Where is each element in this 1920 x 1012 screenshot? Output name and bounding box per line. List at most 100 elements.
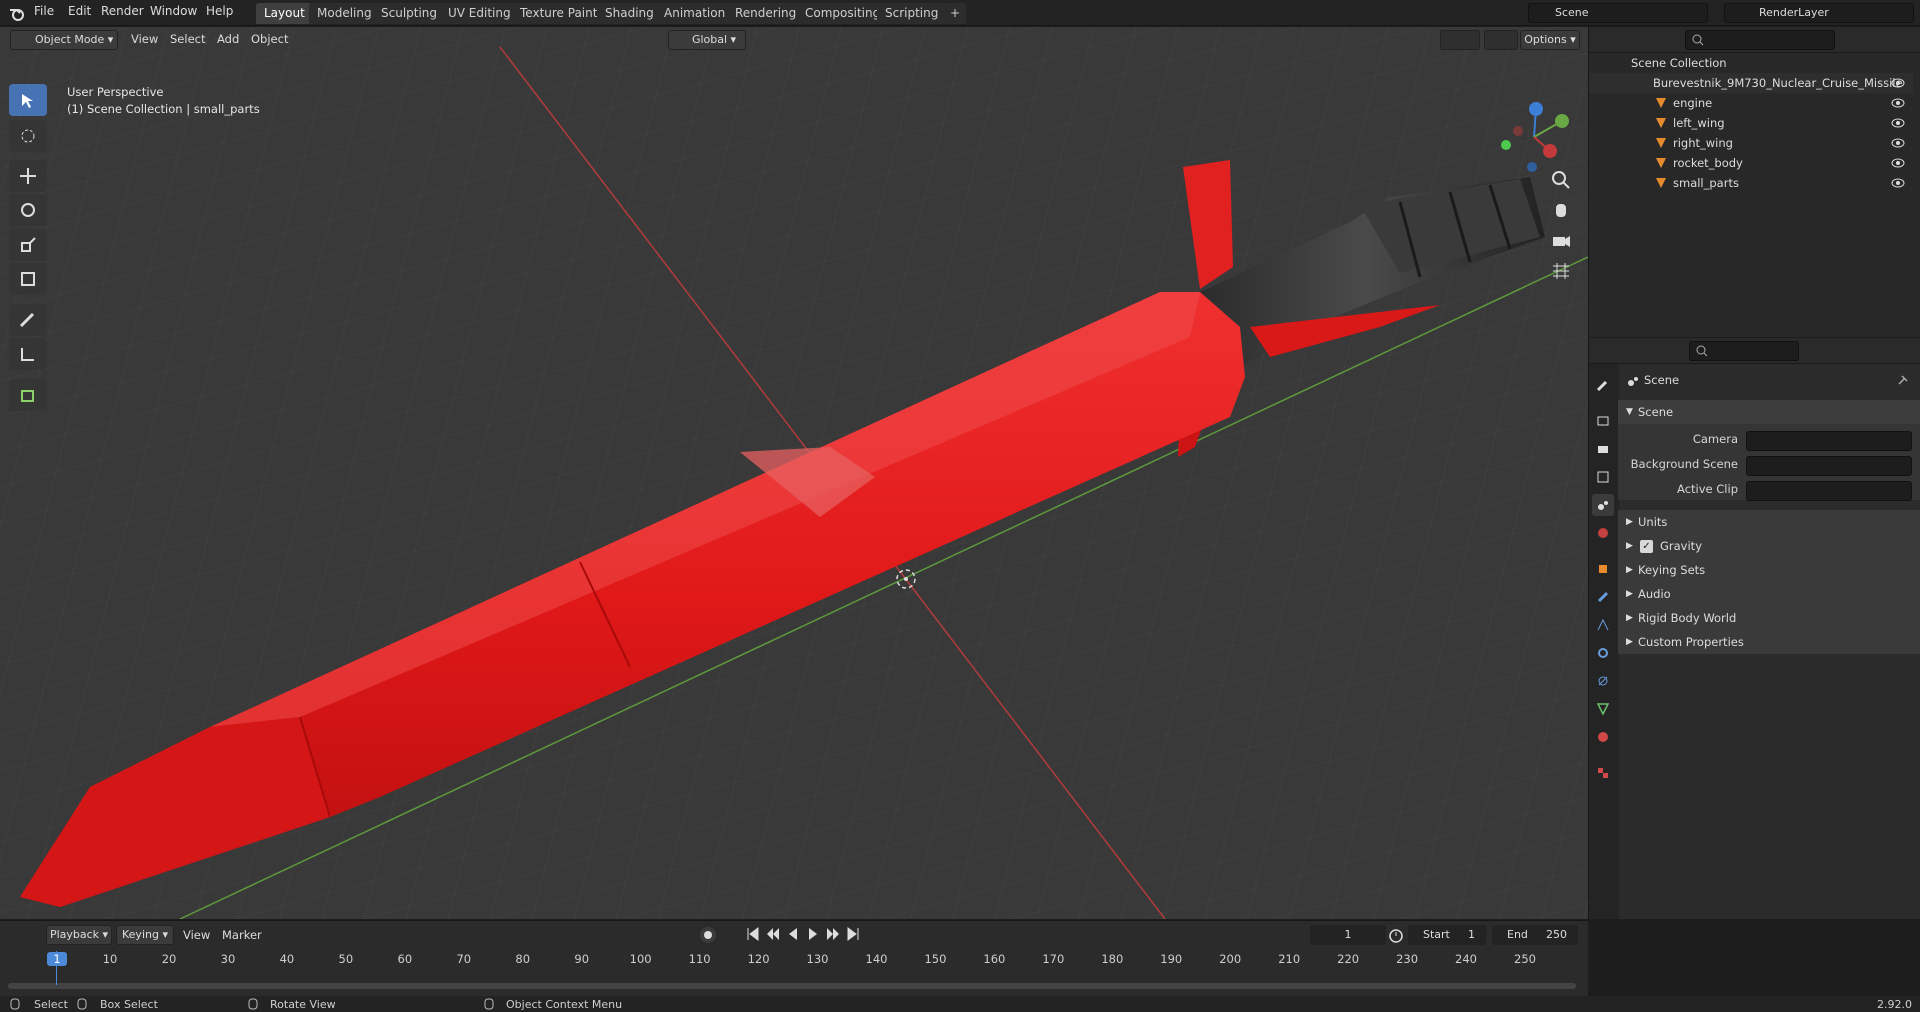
viewport-menu-view[interactable]: View	[131, 32, 158, 46]
jump-end-icon[interactable]	[845, 926, 861, 942]
tab-animation[interactable]: Animation	[656, 3, 734, 24]
render-properties-icon[interactable]	[1592, 410, 1614, 432]
keying-sets-panel[interactable]: ▶ Keying Sets	[1618, 558, 1920, 582]
scene-properties-icon[interactable]	[1592, 494, 1614, 516]
scene-panel-header[interactable]: ▼ Scene	[1618, 400, 1920, 424]
physics-properties-icon[interactable]	[1592, 642, 1614, 664]
modifier-properties-icon[interactable]	[1592, 586, 1614, 608]
viewport-3d[interactable]: Object Mode ▾ View Select Add Object Glo…	[0, 27, 1588, 919]
jump-start-icon[interactable]	[745, 926, 761, 942]
object-properties-icon[interactable]	[1592, 558, 1614, 580]
outliner-object-rocket-body[interactable]: rocket_body	[1589, 153, 1913, 173]
ortho-grid-icon[interactable]	[1550, 260, 1572, 282]
tab-uv-editing[interactable]: UV Editing	[440, 3, 519, 24]
tool-move[interactable]	[9, 160, 47, 192]
pin-icon[interactable]	[1895, 374, 1909, 388]
tool-cursor[interactable]	[9, 120, 47, 152]
custom-properties-panel[interactable]: ▶ Custom Properties	[1618, 630, 1920, 654]
timeline-menu-view[interactable]: View	[183, 928, 210, 942]
end-frame-field[interactable]: End 250	[1492, 925, 1578, 945]
view-layer-properties-icon[interactable]	[1592, 466, 1614, 488]
constraints-properties-icon[interactable]	[1592, 670, 1614, 692]
options-dropdown[interactable]: Options ▾	[1520, 30, 1580, 50]
mode-selector[interactable]: Object Mode ▾	[10, 30, 118, 50]
current-frame-field[interactable]: 1	[1310, 925, 1386, 945]
outliner-object-engine[interactable]: engine	[1589, 93, 1913, 113]
timeline-menu-marker[interactable]: Marker	[222, 928, 262, 942]
tool-measure[interactable]	[9, 338, 47, 370]
prev-keyframe-icon[interactable]	[765, 926, 781, 942]
tool-add-cube[interactable]	[9, 379, 47, 411]
data-properties-icon[interactable]	[1592, 698, 1614, 720]
audio-panel[interactable]: ▶ Audio	[1618, 582, 1920, 606]
properties-search[interactable]	[1689, 341, 1799, 361]
outliner-collection[interactable]: Burevestnik_9M730_Nuclear_Cruise_Missile	[1589, 73, 1913, 93]
tab-texture-paint[interactable]: Texture Paint	[512, 3, 606, 24]
tab-scripting[interactable]: Scripting	[877, 3, 947, 24]
tool-rotate[interactable]	[9, 194, 47, 226]
eye-icon[interactable]	[1891, 157, 1905, 169]
menu-render[interactable]: Render	[101, 4, 144, 18]
outliner-object-small-parts[interactable]: small_parts	[1589, 173, 1913, 193]
tab-layout[interactable]: Layout	[256, 3, 313, 24]
pan-hand-icon[interactable]	[1550, 199, 1572, 221]
world-properties-icon[interactable]	[1592, 522, 1614, 544]
scene-selector[interactable]: Scene	[1528, 3, 1708, 23]
shading-solid-button[interactable]	[1440, 30, 1480, 50]
keying-dropdown[interactable]: Keying ▾	[116, 925, 174, 945]
eye-icon[interactable]	[1891, 117, 1905, 129]
camera-field[interactable]	[1746, 431, 1912, 451]
particles-properties-icon[interactable]	[1592, 614, 1614, 636]
tab-sculpting[interactable]: Sculpting	[373, 3, 446, 24]
tool-transform[interactable]	[9, 263, 47, 295]
outliner-scene-collection[interactable]: Scene Collection	[1589, 53, 1913, 73]
play-icon[interactable]	[805, 926, 821, 942]
playback-dropdown[interactable]: Playback ▾	[46, 925, 112, 945]
material-properties-icon[interactable]	[1592, 726, 1614, 748]
eye-icon[interactable]	[1891, 97, 1905, 109]
viewport-menu-add[interactable]: Add	[217, 32, 239, 46]
outliner-object-right-wing[interactable]: right_wing	[1589, 133, 1913, 153]
menu-window[interactable]: Window	[150, 4, 197, 18]
outliner-object-left-wing[interactable]: left_wing	[1589, 113, 1913, 133]
next-keyframe-icon[interactable]	[825, 926, 841, 942]
units-panel[interactable]: ▶ Units	[1618, 510, 1920, 534]
zoom-icon[interactable]	[1550, 169, 1572, 191]
tab-modeling[interactable]: Modeling	[309, 3, 380, 24]
record-icon[interactable]	[700, 927, 716, 943]
tab-shading[interactable]: Shading	[597, 3, 662, 24]
eye-icon[interactable]	[1891, 177, 1905, 189]
texture-properties-icon[interactable]	[1592, 762, 1614, 784]
tool-scale[interactable]	[9, 229, 47, 261]
gravity-panel[interactable]: ▶ ✓ Gravity	[1618, 534, 1920, 558]
tool-select-box[interactable]	[9, 84, 47, 116]
output-properties-icon[interactable]	[1592, 438, 1614, 460]
view-layer-selector[interactable]: RenderLayer	[1724, 3, 1914, 23]
timeline-tick: 10	[102, 952, 118, 966]
tool-annotate[interactable]	[9, 304, 47, 336]
shading-rendered-button[interactable]	[1484, 30, 1518, 50]
eye-icon[interactable]	[1891, 137, 1905, 149]
tool-properties-icon[interactable]	[1592, 374, 1614, 396]
play-reverse-icon[interactable]	[785, 926, 801, 942]
menu-help[interactable]: Help	[206, 4, 233, 18]
viewport-menu-object[interactable]: Object	[251, 32, 288, 46]
add-workspace-button[interactable]: +	[944, 3, 966, 24]
menu-file[interactable]: File	[34, 4, 54, 18]
transform-orientation-dropdown[interactable]: Global ▾	[668, 30, 746, 50]
gravity-checkbox[interactable]: ✓	[1640, 540, 1653, 553]
viewport-menu-select[interactable]: Select	[170, 32, 205, 46]
eye-icon[interactable]	[1891, 77, 1905, 89]
timeline-scrollbar[interactable]	[8, 983, 1576, 989]
stopwatch-icon[interactable]	[1388, 927, 1404, 943]
menu-edit[interactable]: Edit	[68, 4, 91, 18]
tab-compositing[interactable]: Compositing	[797, 3, 889, 24]
background-scene-field[interactable]	[1746, 456, 1912, 476]
active-clip-field[interactable]	[1746, 481, 1912, 501]
start-frame-field[interactable]: Start 1	[1408, 925, 1486, 945]
blender-logo-icon[interactable]	[8, 4, 26, 22]
tab-rendering[interactable]: Rendering	[727, 3, 805, 24]
outliner-search[interactable]	[1685, 30, 1835, 50]
rigid-body-world-panel[interactable]: ▶ Rigid Body World	[1618, 606, 1920, 630]
camera-view-icon[interactable]	[1550, 230, 1572, 252]
